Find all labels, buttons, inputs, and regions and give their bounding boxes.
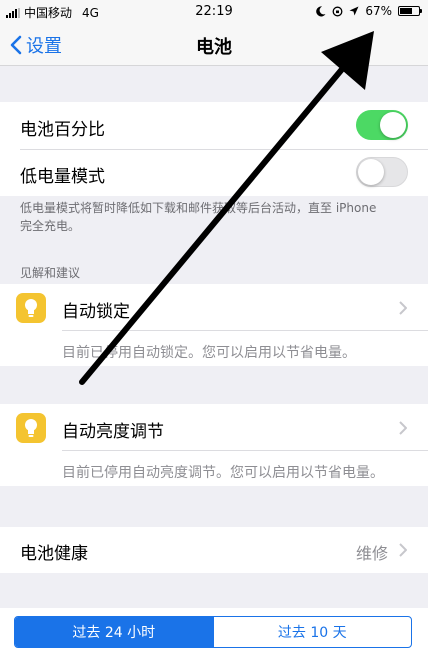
time-range-segmented-control: 过去 24 小时 过去 10 天 [14,616,412,648]
insight-subtitle: 目前已停用自动锁定。您可以启用以节省电量。 [62,345,356,361]
divider [62,450,428,451]
battery-icon [398,6,422,16]
lightbulb-icon [16,413,46,443]
insight-title: 自动锁定 [62,302,130,322]
page-title: 电池 [196,37,232,58]
low-power-mode-label: 低电量模式 [20,167,105,187]
battery-settings-group: 电池百分比 低电量模式 [0,102,428,196]
low-power-note-line1: 低电量模式将暂时降低如下载和邮件获取等后台活动，直至 iPhone [20,201,377,215]
battery-percentage-label: 电池百分比 [20,120,105,140]
divider [62,330,428,331]
battery-percentage-toggle[interactable] [356,110,408,140]
insights-header: 见解和建议 [20,266,81,280]
status-right: 67% [316,4,422,18]
battery-health-label: 电池健康 [20,544,88,564]
segment-last-24-hours[interactable]: 过去 24 小时 [15,617,213,647]
chevron-right-icon [399,421,407,435]
battery-percent: 67% [365,4,392,18]
insight-auto-lock[interactable]: 自动锁定 目前已停用自动锁定。您可以启用以节省电量。 [0,284,428,366]
location-icon [349,6,359,16]
toggle-knob [358,159,384,185]
insight-subtitle: 目前已停用自动亮度调节。您可以启用以节省电量。 [62,465,384,481]
battery-health-row[interactable]: 电池健康 维修 [0,527,428,573]
battery-fill [400,8,413,14]
battery-health-value: 维修 [356,544,389,563]
divider [20,149,428,150]
segment-last-10-days[interactable]: 过去 10 天 [212,617,412,647]
low-power-note-line2: 完全充电。 [20,219,81,233]
moon-icon [316,5,326,16]
status-bar: 中国移动 4G 22:19 67% [0,0,428,24]
low-power-note: 低电量模式将暂时降低如下载和邮件获取等后台活动，直至 iPhone 完全充电。 [20,199,420,235]
lightbulb-icon [16,293,46,323]
chevron-right-icon [399,301,407,315]
rotation-lock-icon [332,6,343,16]
nav-bar: 设置 电池 [0,24,428,66]
insight-title: 自动亮度调节 [62,422,164,442]
toggle-knob [380,112,406,138]
low-power-mode-toggle[interactable] [356,157,408,187]
chevron-right-icon [399,543,407,557]
insight-auto-brightness[interactable]: 自动亮度调节 目前已停用自动亮度调节。您可以启用以节省电量。 [0,404,428,486]
